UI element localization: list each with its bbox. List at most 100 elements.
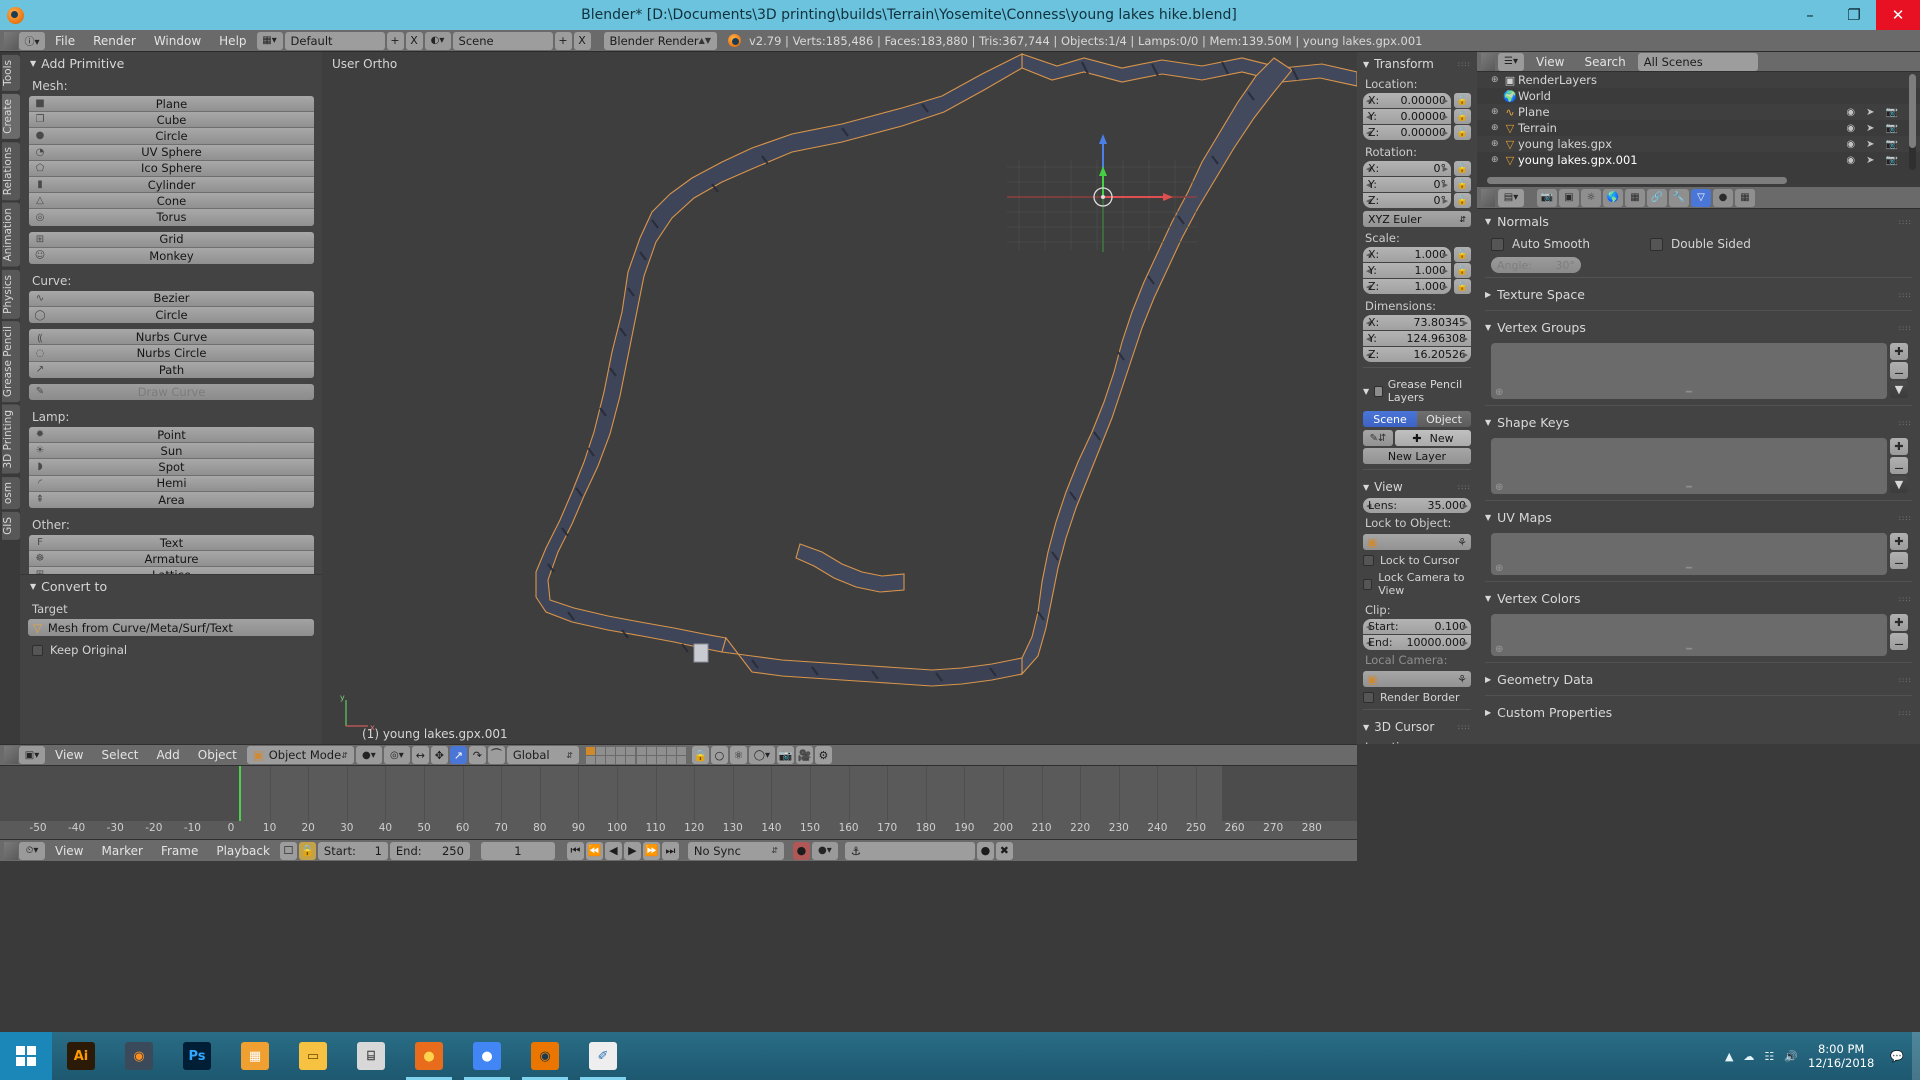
properties-tab-data[interactable]: ▽ (1691, 188, 1711, 207)
arrow-right-icon[interactable]: ▶ (1443, 197, 1448, 205)
screen-layout-dropdown[interactable]: Default (284, 31, 385, 50)
lock-scale-z-button[interactable]: 🔓 (1454, 279, 1471, 294)
clip-end-field[interactable]: ◀ End: 10000.000 ▶ (1363, 635, 1471, 650)
add-uv-sphere-button[interactable]: ◔ UV Sphere (29, 144, 314, 161)
vertex-group-specials-button[interactable]: ▼ (1890, 381, 1908, 398)
arrow-right-icon[interactable]: ▶ (1463, 319, 1468, 327)
transform-handle-button[interactable]: ⏜ (487, 746, 505, 764)
expand-toggle-icon[interactable]: ⊕ (1491, 107, 1502, 117)
grease-pencil-source-toggle[interactable]: Scene Object (1363, 411, 1471, 427)
render-opengl-button[interactable]: 📷 (776, 746, 794, 764)
add-primitive-panel-header[interactable]: ▼ Add Primitive (20, 52, 322, 75)
grip-dots-icon[interactable]: :::: (1899, 291, 1912, 299)
add-monkey-button[interactable]: ☺ Monkey (29, 247, 314, 264)
remove-shape-key-button[interactable]: ⚊ (1890, 457, 1908, 474)
tab-gis[interactable]: GIS (2, 512, 20, 540)
lock-time-button[interactable]: 🔒 (298, 841, 316, 860)
arrow-right-icon[interactable]: ▶ (1463, 502, 1468, 510)
remove-uv-map-button[interactable]: ⚊ (1890, 552, 1908, 569)
add-vertex-group-button[interactable]: ✚ (1890, 343, 1908, 360)
header-corner-widget[interactable] (1481, 188, 1495, 207)
lock-location-z-button[interactable]: 🔓 (1454, 125, 1471, 140)
dimension-y-field[interactable]: ◀ Y: 124.96308 ▶ (1363, 331, 1471, 346)
start-button[interactable] (0, 1032, 52, 1080)
arrow-right-icon[interactable]: ▶ (1443, 165, 1448, 173)
tab-grease-pencil[interactable]: Grease Pencil (2, 321, 20, 403)
add-cylinder-button[interactable]: ▮ Cylinder (29, 176, 314, 194)
vertex-groups-list[interactable]: ⊕ ━ ✚ ⚊ ▼ (1491, 343, 1908, 399)
convert-to-header[interactable]: ▼ Convert to (20, 575, 322, 598)
arrow-right-icon[interactable]: ▶ (1463, 639, 1468, 647)
next-keyframe-button[interactable]: ⏩ (642, 841, 660, 860)
eyedropper-icon[interactable]: ⚘ (1457, 673, 1467, 686)
rotation-mode-dropdown[interactable]: XYZ Euler ⇵ (1363, 211, 1471, 227)
visibility-eye-icon[interactable]: ◉ (1846, 123, 1855, 134)
double-sided-checkbox[interactable] (1649, 237, 1663, 251)
header-corner-widget[interactable] (4, 746, 18, 764)
sync-mode-dropdown[interactable]: No Sync ⇵ (687, 841, 784, 860)
taskbar-app-editor[interactable]: ✐ (574, 1032, 632, 1080)
properties-editor-type-selector[interactable]: ▤▾ (1498, 188, 1524, 207)
taskbar-app-firefox[interactable]: ● (400, 1032, 458, 1080)
remove-vertex-group-button[interactable]: ⚊ (1890, 362, 1908, 379)
taskbar-app-chrome[interactable]: ● (458, 1032, 516, 1080)
outliner-row-terrain[interactable]: ⊕ ▽ Terrain ◉ ➤ 📷 (1477, 120, 1920, 136)
properties-tab-renderlayers[interactable]: ▣ (1559, 188, 1579, 207)
timeline-editor-type-selector[interactable]: ⏲▾ (19, 841, 45, 860)
tab-physics[interactable]: Physics (2, 269, 20, 319)
add-nurbs-curve-button[interactable]: ⸨ Nurbs Curve (29, 329, 314, 346)
manipulator-toggle[interactable]: ↔ (411, 746, 429, 764)
outliner-row-plane[interactable]: ⊕ ∿ Plane ◉ ➤ 📷 (1477, 104, 1920, 120)
jump-to-start-button[interactable]: ⏮ (566, 841, 584, 860)
custom-properties-panel-header[interactable]: ▶ Custom Properties :::: (1477, 700, 1920, 724)
vertex-colors-list[interactable]: ⊕ ━ ✚ ⚊ (1491, 614, 1908, 656)
lock-to-cursor-checkbox[interactable] (1363, 555, 1374, 566)
expand-toggle-icon[interactable]: ⊕ (1491, 75, 1502, 85)
delete-layout-button[interactable]: X (405, 31, 423, 50)
arrow-right-icon[interactable]: ▶ (1443, 267, 1448, 275)
minimize-button[interactable]: – (1788, 0, 1832, 30)
add-cube-button[interactable]: ❐ Cube (29, 112, 314, 129)
snap-magnet-button[interactable]: ⚛ (729, 746, 747, 764)
scene-icon[interactable]: ◐▾ (424, 31, 451, 50)
vertex-groups-panel-header[interactable]: ▼ Vertex Groups :::: (1477, 315, 1920, 339)
keying-set-selector[interactable]: ●▾ (811, 841, 838, 860)
add-path-button[interactable]: ↗ Path (29, 361, 314, 378)
vertex-colors-panel-header[interactable]: ▼ Vertex Colors :::: (1477, 586, 1920, 610)
properties-tab-world[interactable]: 🌎 (1603, 188, 1623, 207)
add-spot-button[interactable]: ◗ Spot (29, 459, 314, 476)
add-cone-button[interactable]: △ Cone (29, 193, 314, 210)
add-point-button[interactable]: ✹ Point (29, 427, 314, 444)
grip-dots-icon[interactable]: :::: (1899, 514, 1912, 522)
add-plane-button[interactable]: ■ Plane (29, 96, 314, 113)
arrow-right-icon[interactable]: ▶ (1443, 251, 1448, 259)
transform-panel-header[interactable]: ▼ Transform :::: (1357, 52, 1477, 75)
scene-layers-widget[interactable] (585, 746, 686, 764)
visibility-eye-icon[interactable]: ◉ (1846, 155, 1855, 166)
grip-dots-icon[interactable]: :::: (1899, 676, 1912, 684)
viewport-shading-selector[interactable]: ●▾ (355, 746, 382, 764)
arrow-right-icon[interactable]: ▶ (1443, 97, 1448, 105)
grip-dots-icon[interactable]: :::: (1458, 60, 1471, 68)
timeline-playhead[interactable] (239, 766, 241, 821)
lock-location-x-button[interactable]: 🔓 (1454, 93, 1471, 108)
proportional-edit-button[interactable]: ○ (710, 746, 728, 764)
add-scene-button[interactable]: + (554, 31, 572, 50)
viewport-menu-object[interactable]: Object (189, 746, 246, 764)
grip-dots-icon[interactable]: :::: (1899, 324, 1912, 332)
timeline-track-area[interactable] (0, 766, 1357, 821)
rotate-manipulator-button[interactable]: ↗ (449, 746, 467, 764)
lock-rotation-x-button[interactable]: 🔓 (1454, 161, 1471, 176)
shape-keys-panel-header[interactable]: ▼ Shape Keys :::: (1477, 410, 1920, 434)
taskbar-clock[interactable]: 8:00 PM 12/16/2018 (1808, 1042, 1880, 1071)
location-y-field[interactable]: ◀ Y: 0.00000 ▶ (1363, 109, 1451, 124)
auto-smooth-checkbox[interactable] (1491, 237, 1504, 251)
outliner-editor-type-selector[interactable]: ☰▾ (1498, 52, 1524, 71)
editor-type-selector[interactable]: ⓘ▾ (19, 31, 45, 50)
header-corner-widget[interactable] (4, 841, 18, 860)
pencil-icon-button[interactable]: ✎⇵ (1363, 430, 1393, 446)
location-z-field[interactable]: ◀ Z: 0.00000 ▶ (1363, 125, 1451, 140)
properties-tab-render[interactable]: 📷 (1537, 188, 1557, 207)
viewport-editor-type-selector[interactable]: ▣▾ (19, 746, 45, 764)
tab-relations[interactable]: Relations (2, 141, 20, 200)
